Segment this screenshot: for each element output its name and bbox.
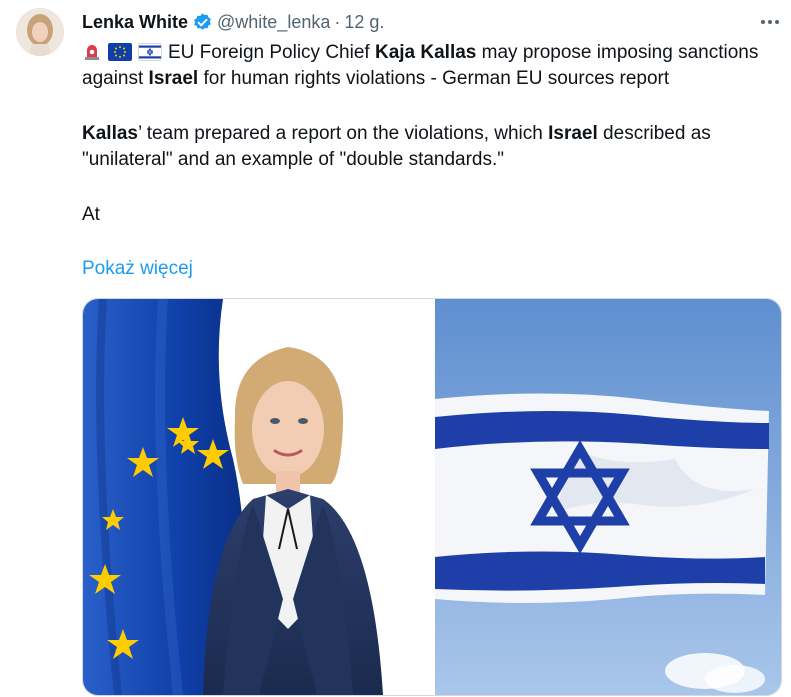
show-more-link[interactable]: Pokaż więcej xyxy=(82,256,193,282)
verified-badge-icon xyxy=(192,12,213,33)
p1-bold-israel: Israel xyxy=(148,68,199,89)
tweet-text: EU Foreign Policy Chief Kaja Kallas may … xyxy=(82,40,782,228)
photo-israel-flag[interactable] xyxy=(433,299,781,695)
paragraph-2: Kallas’ team prepared a report on the vi… xyxy=(82,121,782,173)
p2-bold-kallas: Kallas xyxy=(82,123,138,144)
more-options-icon[interactable] xyxy=(756,10,784,34)
photo-kaja-kallas-eu-flag[interactable] xyxy=(83,299,433,695)
timestamp[interactable]: 12 g. xyxy=(344,12,384,33)
p1-bold-name: Kaja Kallas xyxy=(374,42,477,63)
eu-flag-emoji xyxy=(108,43,132,61)
author-name[interactable]: Lenka White xyxy=(82,12,188,33)
p1-text-3: for human rights violations - German EU … xyxy=(198,68,670,89)
tweet[interactable]: Lenka White @white_lenka · 12 g. EU Fore… xyxy=(0,0,791,697)
p1-text-1: EU Foreign Policy Chief xyxy=(168,42,375,63)
paragraph-1: EU Foreign Policy Chief Kaja Kallas may … xyxy=(82,40,782,92)
siren-emoji xyxy=(82,41,102,61)
separator-dot: · xyxy=(334,11,341,32)
paragraph-3: At xyxy=(82,204,100,225)
author-handle[interactable]: @white_lenka xyxy=(217,12,330,33)
p2-text-1: ’ team prepared a report on the violatio… xyxy=(137,123,549,144)
avatar[interactable] xyxy=(16,8,64,56)
tweet-header: Lenka White @white_lenka · 12 g. xyxy=(82,10,384,34)
israel-flag-emoji xyxy=(138,43,162,61)
media-grid[interactable] xyxy=(82,298,782,696)
p2-bold-israel: Israel xyxy=(548,123,598,144)
